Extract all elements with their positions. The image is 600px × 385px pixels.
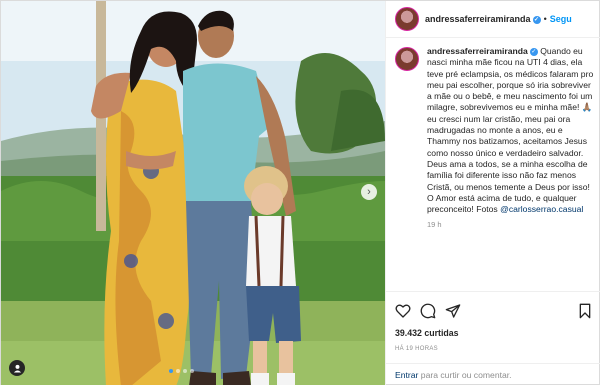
- comment-box: Entrar para curtir ou comentar.: [386, 363, 600, 385]
- carousel-indicator: [169, 369, 194, 373]
- login-prompt: Entrar para curtir ou comentar.: [395, 370, 512, 380]
- separator: •: [543, 14, 547, 24]
- user-tag-icon: [13, 364, 21, 373]
- caption: andressaferreiramiranda ✓ Quando eu nasci…: [427, 46, 594, 291]
- verified-icon: ✓: [529, 47, 538, 56]
- family-photo-illustration: [1, 1, 385, 385]
- caption-avatar[interactable]: [395, 47, 419, 71]
- photographer-mention-link[interactable]: @carlosserrao.casual: [500, 204, 583, 214]
- caption-username[interactable]: andressaferreiramiranda: [427, 46, 528, 56]
- instagram-post: › andressaferreiramiranda ✓ • Segu andre…: [0, 0, 600, 385]
- carousel-dot: [190, 369, 194, 373]
- chevron-right-icon: ›: [367, 186, 371, 198]
- carousel-dot: [183, 369, 187, 373]
- post-details-panel: andressaferreiramiranda ✓ • Segu andressa…: [385, 1, 600, 385]
- follow-button[interactable]: Segu: [550, 14, 572, 24]
- carousel-dot: [176, 369, 180, 373]
- carousel-dot: [169, 369, 173, 373]
- share-icon[interactable]: [445, 303, 461, 319]
- likes-count[interactable]: 39.432 curtidas: [395, 328, 459, 338]
- photo-credit-prefix: Fotos: [476, 204, 498, 215]
- username-text[interactable]: andressaferreiramiranda: [425, 14, 531, 24]
- verified-icon: ✓: [532, 15, 541, 24]
- post-photo[interactable]: ›: [1, 1, 385, 385]
- post-header: andressaferreiramiranda ✓ • Segu: [386, 1, 600, 38]
- login-prompt-text: para curtir ou comentar.: [418, 370, 512, 380]
- heart-icon[interactable]: [395, 303, 411, 319]
- save-icon[interactable]: [577, 303, 593, 319]
- avatar[interactable]: [395, 7, 419, 31]
- post-timestamp: HÁ 19 HORAS: [395, 346, 438, 352]
- caption-time: 19 h: [427, 220, 442, 230]
- login-link[interactable]: Entrar: [395, 370, 418, 380]
- header-username[interactable]: andressaferreiramiranda ✓: [425, 14, 541, 24]
- next-slide-button[interactable]: ›: [361, 184, 377, 200]
- user-tag-button[interactable]: [9, 360, 25, 376]
- caption-text: Quando eu nasci minha mãe ficou na UTI 4…: [427, 46, 594, 215]
- action-bar: [386, 291, 600, 329]
- caption-area: andressaferreiramiranda ✓ Quando eu nasci…: [386, 39, 600, 291]
- comment-icon[interactable]: [420, 303, 436, 319]
